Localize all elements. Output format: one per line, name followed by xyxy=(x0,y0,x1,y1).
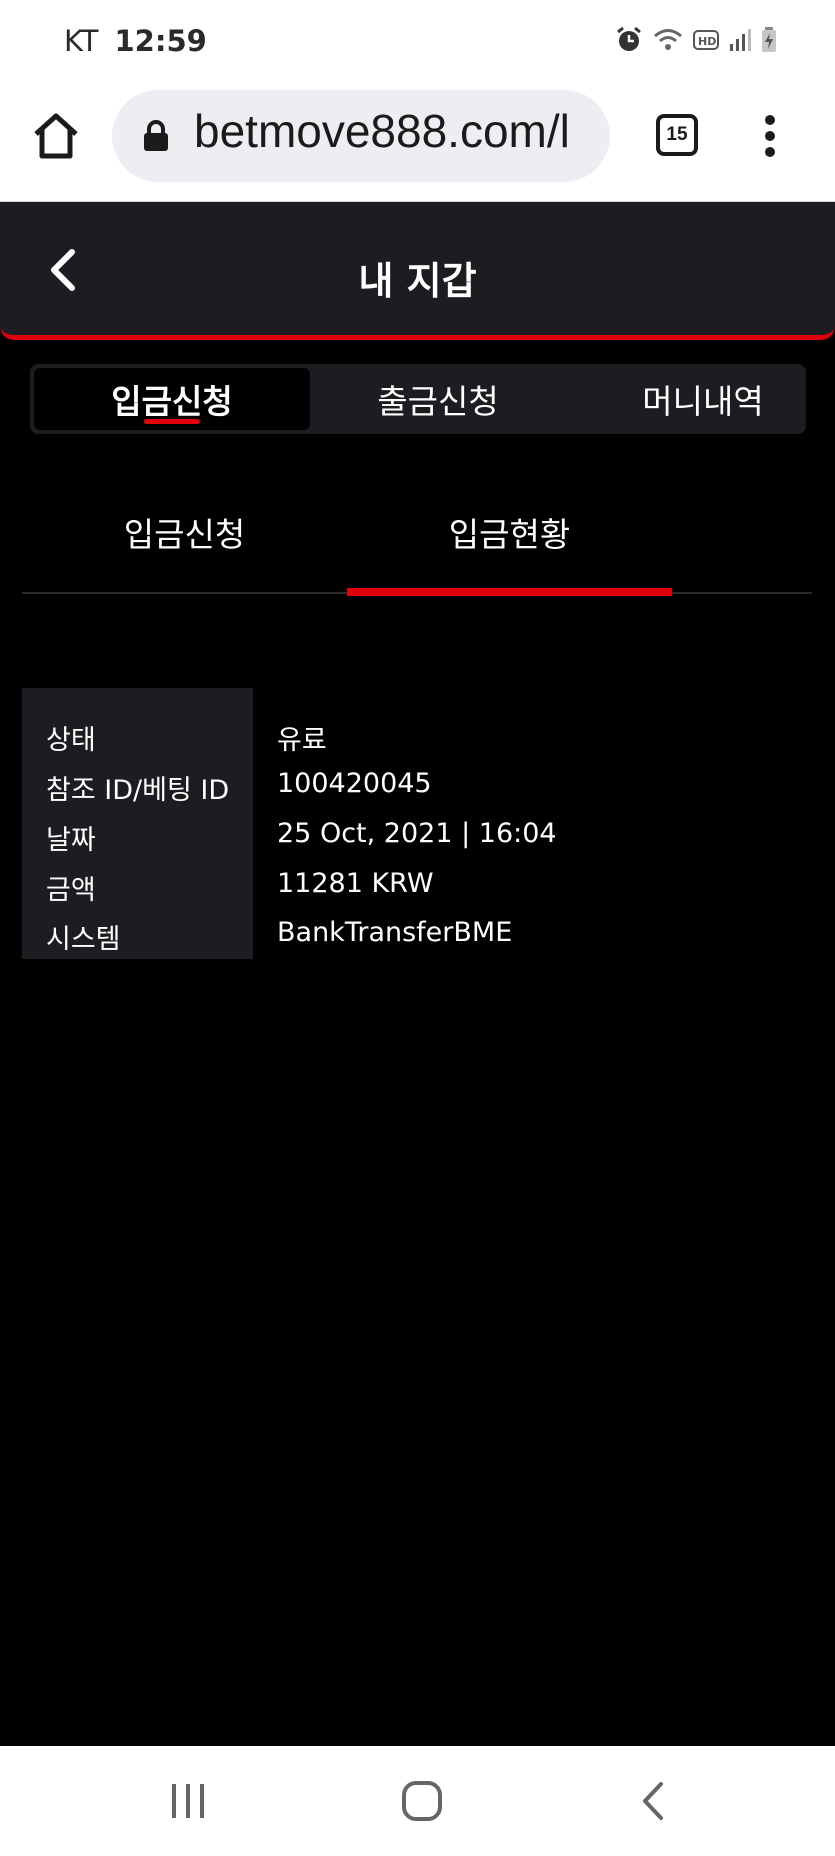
page-title: 내 지갑 xyxy=(358,259,477,303)
amount-value: 11281 KRW xyxy=(277,868,434,899)
app-header: 내 지갑 xyxy=(0,202,835,340)
status-icons: HD xyxy=(615,26,777,58)
hd-voice-icon: HD xyxy=(693,29,719,55)
address-bar[interactable]: betmove888.com/l xyxy=(112,90,610,182)
status-left: KT 12:59 xyxy=(64,24,207,58)
active-tab-indicator xyxy=(144,419,200,424)
tab-money-history[interactable]: 머니내역 xyxy=(600,368,806,430)
lock-icon xyxy=(142,120,170,152)
recent-apps-icon[interactable] xyxy=(163,1778,213,1824)
status-value: 유료 xyxy=(277,725,327,756)
reference-id-label: 참조 ID/베팅 ID xyxy=(46,775,230,806)
subtab-deposit-request[interactable]: 입금신청 xyxy=(22,470,347,594)
home-icon[interactable] xyxy=(30,110,82,162)
browser-toolbar: betmove888.com/l 15 xyxy=(0,84,835,202)
tab-label: 머니내역 xyxy=(642,382,764,421)
subtab-deposit-status[interactable]: 입금현황 xyxy=(347,470,672,596)
system-value: BankTransferBME xyxy=(277,917,513,948)
alarm-icon xyxy=(615,26,643,58)
wifi-icon xyxy=(653,27,683,57)
status-label: 상태 xyxy=(46,725,96,756)
subtab-label: 입금현황 xyxy=(448,515,571,554)
url-text: betmove888.com/l xyxy=(194,105,570,157)
date-value: 25 Oct, 2021 | 16:04 xyxy=(277,818,557,849)
tab-withdrawal-request[interactable]: 출금신청 xyxy=(314,368,562,430)
svg-text:HD: HD xyxy=(698,35,716,48)
tab-deposit-request[interactable]: 입금신청 xyxy=(34,368,310,430)
tab-count: 15 xyxy=(666,124,688,145)
more-vert-icon[interactable] xyxy=(762,114,778,158)
system-label: 시스템 xyxy=(46,924,121,955)
status-bar: KT 12:59 HD xyxy=(0,0,835,84)
battery-charging-icon xyxy=(761,27,777,57)
tab-label: 출금신청 xyxy=(377,382,499,421)
amount-label: 금액 xyxy=(46,875,96,906)
tabs-icon[interactable]: 15 xyxy=(656,114,698,156)
tab-label: 입금신청 xyxy=(111,382,233,421)
subtab-label: 입금신청 xyxy=(123,515,246,554)
clock: 12:59 xyxy=(114,24,207,58)
signal-icon xyxy=(729,28,751,56)
date-label: 날짜 xyxy=(46,825,96,856)
active-subtab-indicator xyxy=(347,588,672,596)
wallet-tabs: 입금신청 출금신청 머니내역 xyxy=(30,364,806,434)
system-nav-bar xyxy=(0,1746,835,1856)
reference-id-value: 100420045 xyxy=(277,768,432,799)
home-circle-icon[interactable] xyxy=(397,1778,447,1824)
carrier-label: KT xyxy=(64,24,99,58)
back-icon[interactable] xyxy=(630,1778,680,1824)
deposit-subtabs: 입금신청 입금현황 xyxy=(22,470,812,596)
